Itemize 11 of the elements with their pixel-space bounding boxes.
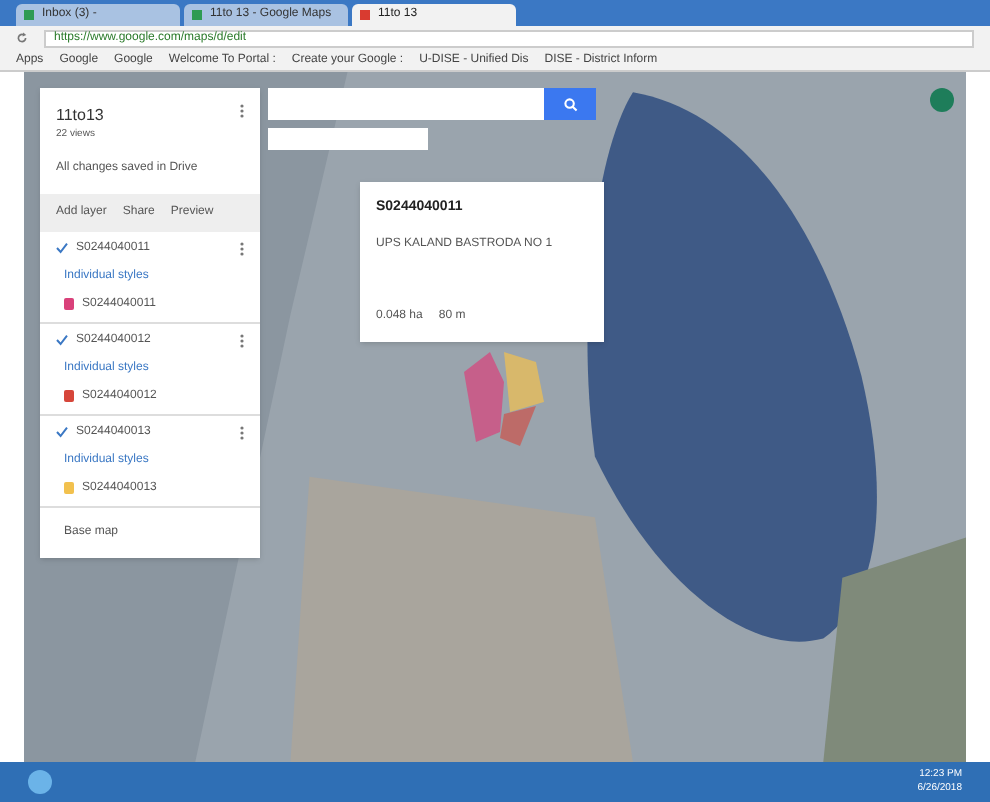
favicon-icon — [24, 10, 34, 20]
favicon-icon — [360, 10, 370, 20]
map-title: 11to13 — [56, 104, 104, 128]
search-button[interactable] — [544, 88, 596, 120]
reload-icon[interactable] — [16, 32, 28, 44]
favicon-icon — [192, 10, 202, 20]
layer-checkbox[interactable] — [56, 334, 68, 346]
layer-checkbox[interactable] — [56, 426, 68, 438]
layer-checkbox[interactable] — [56, 242, 68, 254]
search-icon — [563, 97, 577, 111]
start-button[interactable] — [28, 770, 52, 794]
